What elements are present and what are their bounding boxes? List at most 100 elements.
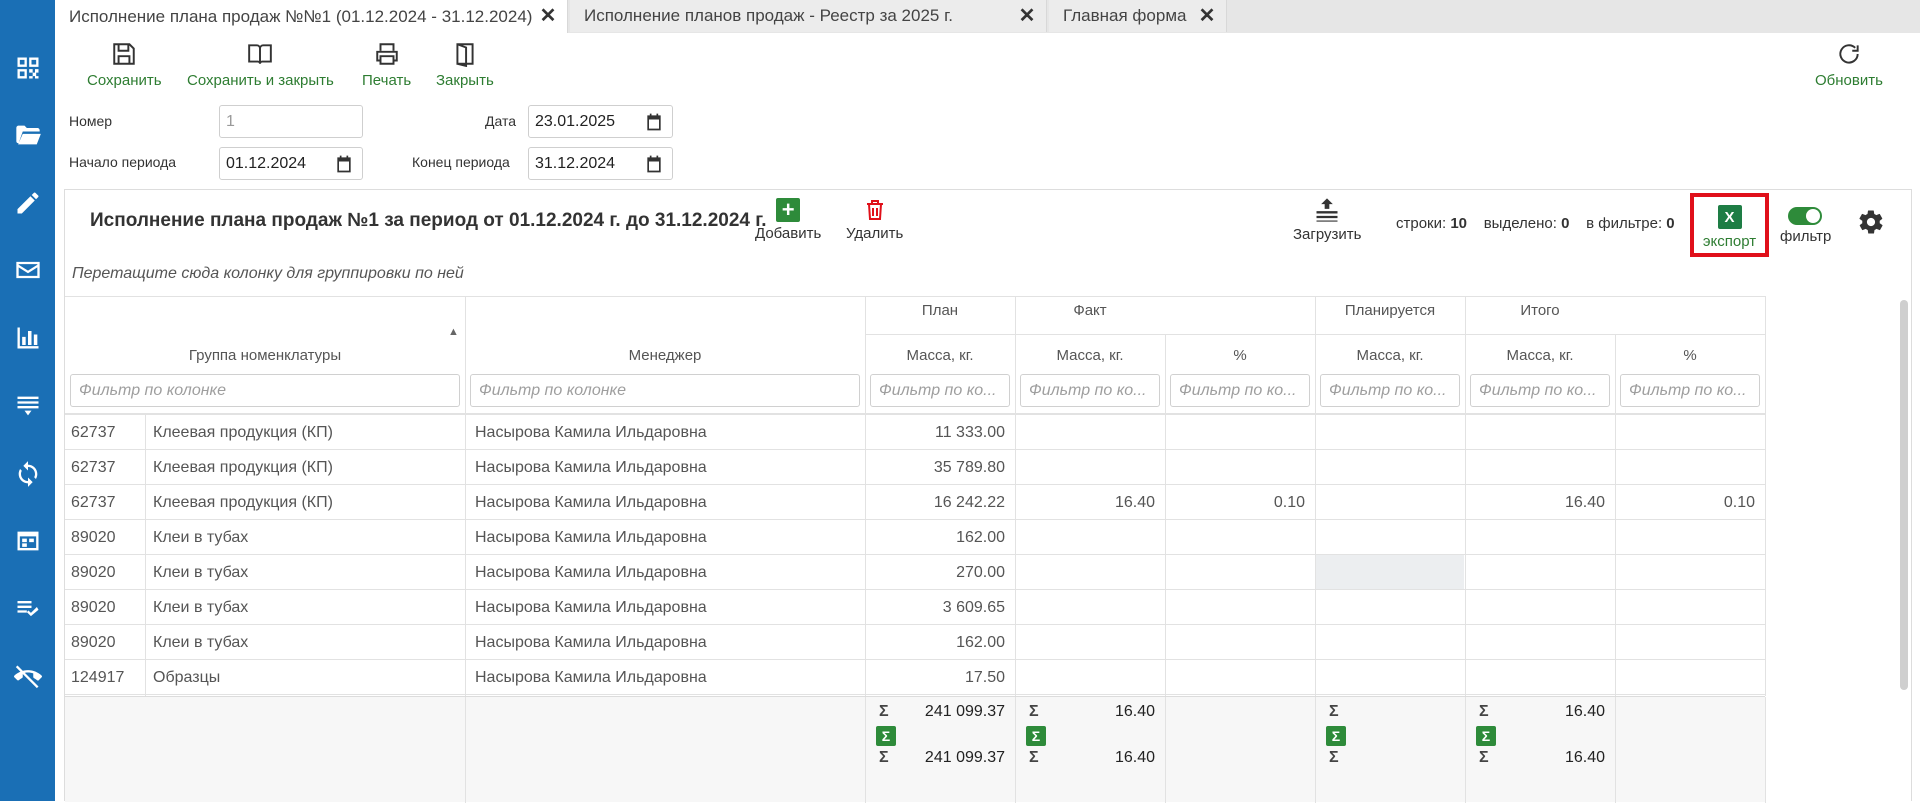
- delete-row-button[interactable]: Удалить: [846, 198, 903, 242]
- sum-selected-sigma-icon[interactable]: Σ: [876, 726, 896, 746]
- toolbar: Сохранить Сохранить и закрыть Печать Зак…: [55, 33, 1920, 97]
- filter-group-input[interactable]: Фильтр по колонке: [70, 374, 460, 407]
- calendar-icon[interactable]: [644, 112, 664, 132]
- upload-button[interactable]: Загрузить: [1293, 196, 1362, 243]
- cell-total-mass: [1465, 555, 1605, 590]
- filter-total-percent-input[interactable]: Фильтр по ко...: [1620, 374, 1760, 407]
- filter-fact-percent-input[interactable]: Фильтр по ко...: [1170, 374, 1310, 407]
- sum-sigma-icon: Σ: [1329, 703, 1339, 720]
- data-grid: План Факт Планируется Итого Группа номен…: [65, 296, 1766, 803]
- group-by-drop-zone[interactable]: Перетащите сюда колонку для группировки …: [72, 265, 464, 283]
- sum-selected-sigma-icon[interactable]: Σ: [1326, 726, 1346, 746]
- cell-planned-mass-editable[interactable]: [1316, 485, 1464, 520]
- folder-icon[interactable]: [0, 115, 55, 155]
- tab-sales-plan-execution[interactable]: Исполнение плана продаж №№1 (01.12.2024 …: [55, 0, 568, 33]
- filter-toggle[interactable]: [1788, 207, 1822, 225]
- sort-asc-icon[interactable]: ▲: [448, 326, 459, 338]
- col-header-fact-mass[interactable]: Масса, кг.: [1015, 347, 1165, 364]
- bar-chart-icon[interactable]: [0, 318, 55, 358]
- refresh-button[interactable]: Обновить: [1815, 41, 1883, 93]
- calendar-icon[interactable]: [644, 154, 664, 174]
- export-excel-button[interactable]: X экспорт: [1690, 193, 1769, 257]
- cell-planned-mass-editable[interactable]: [1316, 660, 1464, 695]
- checklist-icon[interactable]: [0, 588, 55, 628]
- close-icon[interactable]: ✕: [1198, 6, 1216, 26]
- save-close-label: Сохранить и закрыть: [187, 72, 334, 89]
- sidebar: [0, 0, 55, 801]
- calendar-table-icon[interactable]: [0, 521, 55, 561]
- trash-icon: [866, 200, 883, 220]
- cell-planned-mass-editable[interactable]: [1316, 590, 1464, 625]
- filter-manager-input[interactable]: Фильтр по колонке: [470, 374, 860, 407]
- cell-planned-mass-editable[interactable]: [1316, 520, 1464, 555]
- save-button[interactable]: Сохранить: [87, 41, 162, 93]
- total-sum-filtered: 16.40: [1564, 749, 1605, 766]
- table-row[interactable]: 124917 Образцы Насырова Камила Ильдаровна 1…: [65, 659, 1765, 695]
- tab-sales-plans-registry[interactable]: Исполнение планов продаж - Реестр за 202…: [570, 0, 1047, 32]
- sum-selected-sigma-icon[interactable]: Σ: [1026, 726, 1046, 746]
- cell-fact-percent: 0.10: [1273, 493, 1305, 511]
- col-header-group[interactable]: Группа номенклатуры: [65, 347, 465, 364]
- close-icon[interactable]: ✕: [1018, 6, 1036, 26]
- vertical-scrollbar[interactable]: [1900, 300, 1908, 690]
- rows-label: строки:: [1396, 215, 1447, 232]
- save-close-button[interactable]: Сохранить и закрыть: [187, 41, 334, 93]
- cell-planned-mass-editable[interactable]: [1316, 625, 1464, 660]
- print-button[interactable]: Печать: [362, 41, 411, 93]
- table-row[interactable]: 89020 Клеи в тубах Насырова Камила Ильдаро…: [65, 519, 1765, 555]
- cell-plan-mass: 3 609.65: [942, 598, 1005, 616]
- filter-plan-mass-input[interactable]: Фильтр по ко...: [870, 374, 1010, 407]
- col-header-plan-mass[interactable]: Масса, кг.: [865, 347, 1015, 364]
- table-row[interactable]: 62737 Клеевая продукция (КП) Насырова Ками…: [65, 484, 1765, 520]
- download-list-icon[interactable]: [0, 386, 55, 426]
- code-divider: [145, 555, 146, 590]
- cell-planned-mass-editable[interactable]: [1316, 450, 1464, 485]
- cell-manager: Насырова Камила Ильдаровна: [475, 493, 707, 511]
- table-row[interactable]: 89020 Клеи в тубах Насырова Камила Ильдаро…: [65, 589, 1765, 625]
- sync-icon[interactable]: [0, 454, 55, 494]
- filter-planned-mass-input[interactable]: Фильтр по ко...: [1320, 374, 1460, 407]
- date-field[interactable]: 23.01.2025: [528, 105, 673, 138]
- period-start-field[interactable]: 01.12.2024: [219, 147, 363, 180]
- filter-total-mass-input[interactable]: Фильтр по ко...: [1470, 374, 1610, 407]
- table-row[interactable]: 62737 Клеевая продукция (КП) Насырова Ками…: [65, 449, 1765, 485]
- cell-fact-mass: [1015, 520, 1155, 555]
- tab-bar: Исполнение плана продаж №№1 (01.12.2024 …: [55, 0, 1920, 33]
- col-header-total-percent[interactable]: %: [1615, 347, 1765, 364]
- gear-icon[interactable]: [1857, 208, 1885, 236]
- cell-plan-mass: 11 333.00: [935, 423, 1005, 441]
- cell-total-percent: [1615, 520, 1755, 555]
- export-label: экспорт: [1702, 233, 1757, 250]
- period-end-field[interactable]: 31.12.2024: [528, 147, 673, 180]
- cell-code: 89020: [71, 598, 116, 616]
- cell-manager: Насырова Камила Ильдаровна: [475, 598, 707, 616]
- table-row[interactable]: 89020 Клеи в тубах Насырова Камила Ильдаро…: [65, 554, 1765, 590]
- close-icon[interactable]: ✕: [539, 6, 557, 26]
- mail-icon[interactable]: [0, 250, 55, 290]
- col-header-fact-percent[interactable]: %: [1165, 347, 1315, 364]
- col-header-total-mass[interactable]: Масса, кг.: [1465, 347, 1615, 364]
- add-row-button[interactable]: + Добавить: [755, 198, 821, 242]
- cell-planned-mass-editable[interactable]: [1316, 415, 1464, 450]
- cell-planned-mass-editable[interactable]: [1316, 555, 1464, 590]
- table-row[interactable]: 89020 Клеи в тубах Насырова Камила Ильдаро…: [65, 624, 1765, 660]
- row-stats: строки: 10 выделено: 0 в фильтре: 0: [1396, 215, 1675, 232]
- close-button[interactable]: Закрыть: [436, 41, 494, 93]
- number-field[interactable]: 1: [219, 105, 363, 138]
- calendar-icon[interactable]: [334, 154, 354, 174]
- col-divider: [1465, 697, 1466, 803]
- book-icon: [248, 44, 273, 64]
- cell-fact-mass: 16.40: [1114, 493, 1155, 511]
- col-header-planned-mass[interactable]: Масса, кг.: [1315, 347, 1465, 364]
- col-header-manager[interactable]: Менеджер: [465, 347, 865, 364]
- table-row[interactable]: 62737 Клеевая продукция (КП) Насырова Ками…: [65, 414, 1765, 450]
- cell-fact-percent: [1165, 450, 1305, 485]
- phone-off-icon[interactable]: [0, 656, 55, 696]
- cell-code: 89020: [71, 633, 116, 651]
- filter-fact-mass-input[interactable]: Фильтр по ко...: [1020, 374, 1160, 407]
- cell-code: 62737: [71, 423, 116, 441]
- pencil-icon[interactable]: [0, 183, 55, 223]
- qr-code-icon[interactable]: [0, 48, 55, 88]
- tab-main-form[interactable]: Главная форма ✕: [1049, 0, 1227, 32]
- sum-selected-sigma-icon[interactable]: Σ: [1476, 726, 1496, 746]
